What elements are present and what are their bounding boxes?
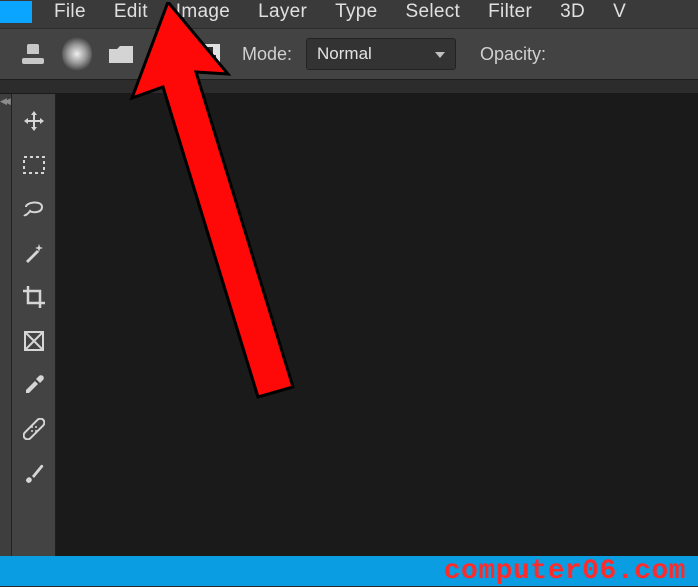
rectangular-marquee-tool[interactable] bbox=[19, 150, 49, 180]
menu-filter[interactable]: Filter bbox=[474, 0, 546, 29]
crop-tool[interactable] bbox=[19, 282, 49, 312]
lasso-icon bbox=[22, 198, 46, 220]
brush-preview-icon bbox=[62, 36, 92, 72]
menu-select[interactable]: Select bbox=[392, 0, 475, 29]
clone-stamp-icon bbox=[22, 44, 44, 64]
menu-view-partial[interactable]: V bbox=[599, 0, 640, 29]
brush-panel-toggle[interactable] bbox=[106, 39, 136, 69]
menu-3d[interactable]: 3D bbox=[546, 0, 599, 29]
blend-mode-value: Normal bbox=[317, 44, 372, 64]
move-icon bbox=[23, 110, 45, 132]
menu-layer[interactable]: Layer bbox=[244, 0, 321, 29]
lasso-tool[interactable] bbox=[19, 194, 49, 224]
canvas-area[interactable] bbox=[56, 94, 698, 586]
bandage-icon bbox=[23, 418, 45, 440]
mode-label: Mode: bbox=[242, 44, 292, 65]
chevron-down-icon bbox=[435, 49, 445, 59]
marquee-icon bbox=[23, 156, 45, 174]
move-tool[interactable] bbox=[19, 106, 49, 136]
crop-icon bbox=[22, 285, 46, 309]
magic-wand-tool[interactable] bbox=[19, 238, 49, 268]
options-bar: Mode: Normal Opacity: bbox=[0, 28, 698, 80]
watermark-bar: computer06.com bbox=[0, 556, 698, 586]
panel-collapse-strip[interactable] bbox=[0, 94, 12, 586]
toolbox bbox=[12, 94, 56, 586]
clone-source-panel-toggle[interactable] bbox=[194, 39, 224, 69]
menu-image[interactable]: Image bbox=[162, 0, 244, 29]
brush-icon bbox=[23, 462, 45, 484]
brush-preset-picker[interactable] bbox=[62, 39, 92, 69]
brush-settings-toggle[interactable] bbox=[150, 39, 180, 69]
workspace bbox=[0, 94, 698, 586]
app-icon bbox=[0, 1, 32, 23]
menu-file[interactable]: File bbox=[40, 0, 100, 29]
eyedropper-icon bbox=[23, 374, 45, 396]
frame-icon bbox=[23, 330, 45, 352]
menu-type[interactable]: Type bbox=[321, 0, 391, 29]
frame-tool[interactable] bbox=[19, 326, 49, 356]
menu-edit[interactable]: Edit bbox=[100, 0, 162, 29]
document-tab-well bbox=[0, 80, 698, 94]
wand-icon bbox=[23, 242, 45, 264]
blend-mode-dropdown[interactable]: Normal bbox=[306, 38, 456, 70]
folder-brush-icon bbox=[152, 43, 178, 65]
folder-icon bbox=[108, 43, 134, 65]
opacity-label: Opacity: bbox=[480, 44, 546, 65]
watermark-text: computer06.com bbox=[444, 556, 686, 587]
brush-tool[interactable] bbox=[19, 458, 49, 488]
eyedropper-tool[interactable] bbox=[19, 370, 49, 400]
menubar: File Edit Image Layer Type Select Filter… bbox=[0, 0, 698, 28]
healing-brush-tool[interactable] bbox=[19, 414, 49, 444]
current-tool-icon[interactable] bbox=[18, 39, 48, 69]
clone-stamp-panel-icon bbox=[196, 42, 222, 66]
